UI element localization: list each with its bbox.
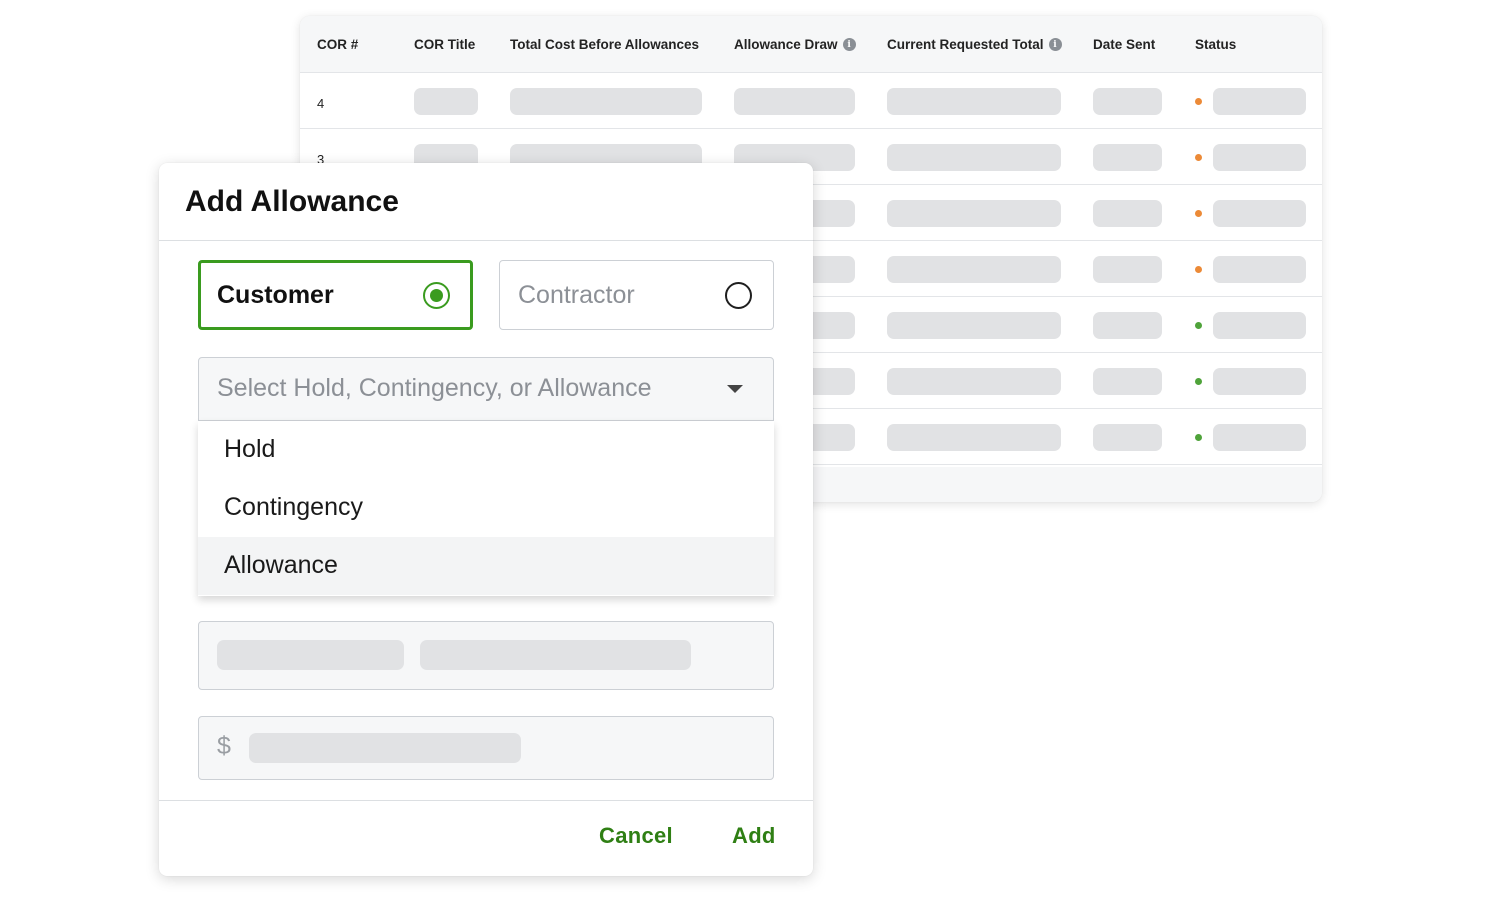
menu-item-label: Allowance [224,551,338,579]
skeleton-placeholder [1093,312,1162,339]
column-header-cor-title[interactable]: COR Title [414,37,475,52]
skeleton-placeholder [887,312,1061,339]
column-header-current-requested-total[interactable]: Current Requested Total i [887,37,1062,52]
type-select[interactable]: Select Hold, Contingency, or Allowance [198,357,774,421]
cancel-button[interactable]: Cancel [599,823,673,849]
column-header-label: Date Sent [1093,37,1156,52]
dialog-title: Add Allowance [185,185,399,218]
radio-label: Customer [217,281,334,309]
skeleton-placeholder [887,256,1061,283]
skeleton-placeholder [420,640,691,670]
column-header-label: Allowance Draw [734,37,838,52]
column-header-allowance-draw[interactable]: Allowance Draw i [734,37,856,52]
skeleton-placeholder [887,88,1061,115]
cor-number: 4 [317,96,325,111]
amount-field[interactable]: $ [198,716,774,780]
column-header-status[interactable]: Status [1195,37,1236,52]
type-dropdown-menu: Hold Contingency Allowance [198,421,774,596]
select-placeholder: Select Hold, Contingency, or Allowance [217,374,652,402]
info-icon[interactable]: i [842,38,856,51]
menu-item-label: Contingency [224,493,363,521]
add-button[interactable]: Add [732,823,776,849]
skeleton-placeholder [510,88,702,115]
skeleton-placeholder [1213,88,1306,115]
radio-option-contractor[interactable]: Contractor [499,260,774,330]
menu-item-allowance[interactable]: Allowance [198,537,774,595]
info-icon[interactable]: i [1048,38,1062,51]
status-dot-icon [1195,322,1202,329]
column-header-label: Status [1195,37,1237,52]
table-header: COR # COR Title Total Cost Before Allowa… [300,16,1322,73]
skeleton-placeholder [1213,144,1306,171]
radio-label: Contractor [518,281,635,309]
skeleton-placeholder [734,88,855,115]
skeleton-placeholder [887,424,1061,451]
status-dot-icon [1195,154,1202,161]
status-dot-icon [1195,434,1202,441]
column-header-label: Current Requested Total [887,37,1044,52]
radio-selected-icon[interactable] [423,282,450,309]
skeleton-placeholder [1213,312,1306,339]
skeleton-placeholder [1093,256,1162,283]
column-header-label: Total Cost Before Allowances [510,37,700,52]
skeleton-placeholder [1093,200,1162,227]
menu-item-contingency[interactable]: Contingency [198,479,774,537]
skeleton-placeholder [887,368,1061,395]
column-header-cor-number[interactable]: COR # [317,37,358,52]
skeleton-placeholder [1213,200,1306,227]
skeleton-placeholder [887,144,1061,171]
skeleton-placeholder [414,88,478,115]
divider [159,800,813,801]
status-dot-icon [1195,98,1202,105]
caret-down-icon[interactable] [727,385,743,393]
skeleton-placeholder [1093,368,1162,395]
skeleton-placeholder [1093,144,1162,171]
table-row[interactable]: 4 [300,73,1322,129]
skeleton-placeholder [1213,256,1306,283]
skeleton-placeholder [217,640,404,670]
skeleton-placeholder [1213,424,1306,451]
status-dot-icon [1195,378,1202,385]
status-dot-icon [1195,210,1202,217]
skeleton-placeholder [887,200,1061,227]
skeleton-placeholder [1093,424,1162,451]
menu-item-label: Hold [224,435,276,463]
skeleton-placeholder [1213,368,1306,395]
status-dot-icon [1195,266,1202,273]
column-header-label: COR Title [414,37,476,52]
divider [159,240,813,241]
dollar-icon: $ [217,732,231,760]
skeleton-placeholder [1093,88,1162,115]
radio-unselected-icon[interactable] [725,282,752,309]
add-allowance-dialog: Add Allowance Customer Contractor Select… [159,163,813,876]
skeleton-placeholder [249,733,521,763]
column-header-total-cost[interactable]: Total Cost Before Allowances [510,37,699,52]
column-header-date-sent[interactable]: Date Sent [1093,37,1155,52]
menu-item-hold[interactable]: Hold [198,421,774,479]
radio-option-customer[interactable]: Customer [198,260,473,330]
allowance-detail-field[interactable] [198,621,774,690]
column-header-label: COR # [317,37,359,52]
